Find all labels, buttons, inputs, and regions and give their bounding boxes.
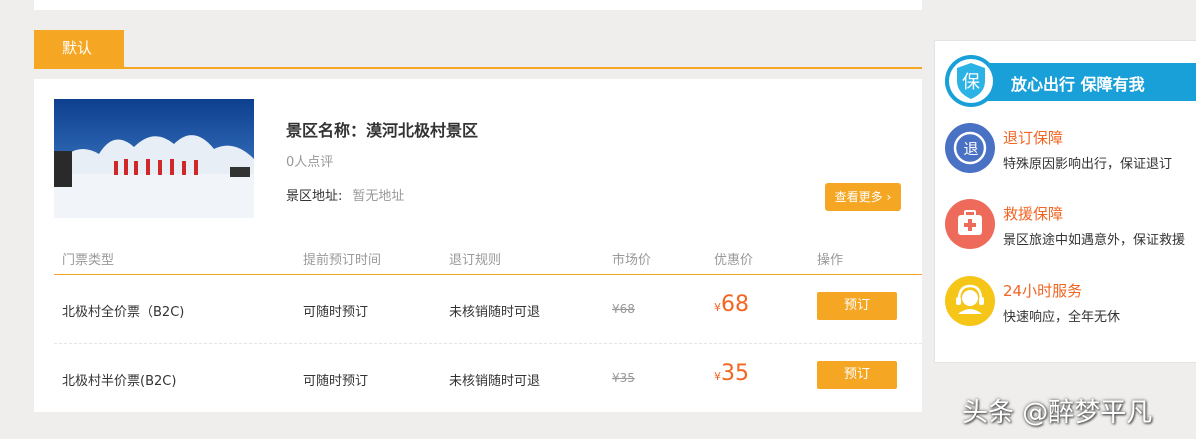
tab-bar: 默认: [34, 30, 922, 69]
guarantee-sidebar: 放心出行 保障有我 保 退 退订保障 特殊原因影响出行，保证退订 救援保障 景区…: [934, 40, 1196, 363]
market-price: ¥35: [612, 371, 635, 385]
price-value: 68: [721, 292, 749, 317]
header-action: 操作: [817, 253, 844, 268]
currency-symbol: ¥: [714, 370, 721, 383]
discount-price: ¥35: [714, 361, 749, 386]
header-refund-rule: 退订规则: [449, 253, 502, 268]
service-desc: 快速响应，全年无休: [1003, 310, 1121, 325]
ticket-table-header: 门票类型 提前预订时间 退订规则 市场价 优惠价 操作: [54, 245, 922, 275]
service-refund: 退 退订保障 特殊原因影响出行，保证退订: [945, 123, 1196, 177]
ticket-type: 北极村全价票（B2C): [62, 305, 185, 320]
service-title: 退订保障: [1003, 129, 1064, 147]
refund-icon: 退: [945, 123, 995, 173]
currency-symbol: ¥: [714, 301, 721, 314]
service-desc: 特殊原因影响出行，保证退订: [1003, 157, 1173, 172]
shield-badge-text: 保: [962, 72, 980, 93]
shield-icon: 保: [945, 49, 997, 111]
book-button[interactable]: 预订: [817, 292, 897, 320]
service-rescue: 救援保障 景区旅途中如遇意外，保证救援: [945, 199, 1196, 253]
scenic-address: 景区地址: 暂无地址: [286, 185, 404, 204]
address-label: 景区地址:: [286, 189, 343, 204]
refund-rule: 未核销随时可退: [449, 374, 541, 389]
refund-icon-text: 退: [963, 140, 978, 158]
advance-booking: 可随时预订: [303, 374, 369, 389]
price-value: 35: [721, 361, 749, 386]
advance-booking: 可随时预订: [303, 305, 369, 320]
scenic-title: 景区名称：漠河北极村景区: [286, 121, 479, 140]
service-title: 救援保障: [1003, 205, 1064, 223]
view-more-label: 查看更多: [834, 190, 883, 204]
header-discount-price: 优惠价: [714, 253, 754, 268]
header-advance-booking: 提前预订时间: [303, 253, 382, 268]
scenic-photo[interactable]: [54, 99, 254, 218]
view-more-button[interactable]: 查看更多 ›: [825, 183, 901, 211]
chevron-right-icon: ›: [886, 190, 892, 204]
scenic-card: 景区名称：漠河北极村景区 0人点评 景区地址: 暂无地址 查看更多 › 门票类型 …: [34, 79, 922, 412]
top-panel-edge: [34, 0, 922, 10]
refund-rule: 未核销随时可退: [449, 305, 541, 320]
address-value: 暂无地址: [352, 189, 405, 204]
guarantee-banner-text: 放心出行 保障有我: [1011, 75, 1145, 94]
table-row: 北极村全价票（B2C) 可随时预订 未核销随时可退 ¥68 ¥68 预订: [54, 276, 922, 344]
ticket-type: 北极村半价票(B2C): [62, 374, 177, 389]
first-aid-icon: [945, 199, 995, 249]
service-desc: 景区旅途中如遇意外，保证救援: [1003, 233, 1186, 248]
tab-default[interactable]: 默认: [34, 30, 124, 67]
header-market-price: 市场价: [612, 253, 652, 268]
market-price: ¥68: [612, 302, 635, 316]
table-row: 北极村半价票(B2C) 可随时预订 未核销随时可退 ¥35 ¥35 预订: [54, 345, 922, 413]
book-button[interactable]: 预订: [817, 361, 897, 389]
header-ticket-type: 门票类型: [62, 253, 115, 268]
service-24h: 24小时服务 快速响应，全年无休: [945, 276, 1196, 330]
watermark: 头条 @醉梦平凡: [962, 398, 1153, 428]
review-count[interactable]: 0人点评: [286, 151, 333, 170]
service-title: 24小时服务: [1003, 282, 1083, 300]
headset-icon: [945, 276, 995, 326]
discount-price: ¥68: [714, 292, 749, 317]
